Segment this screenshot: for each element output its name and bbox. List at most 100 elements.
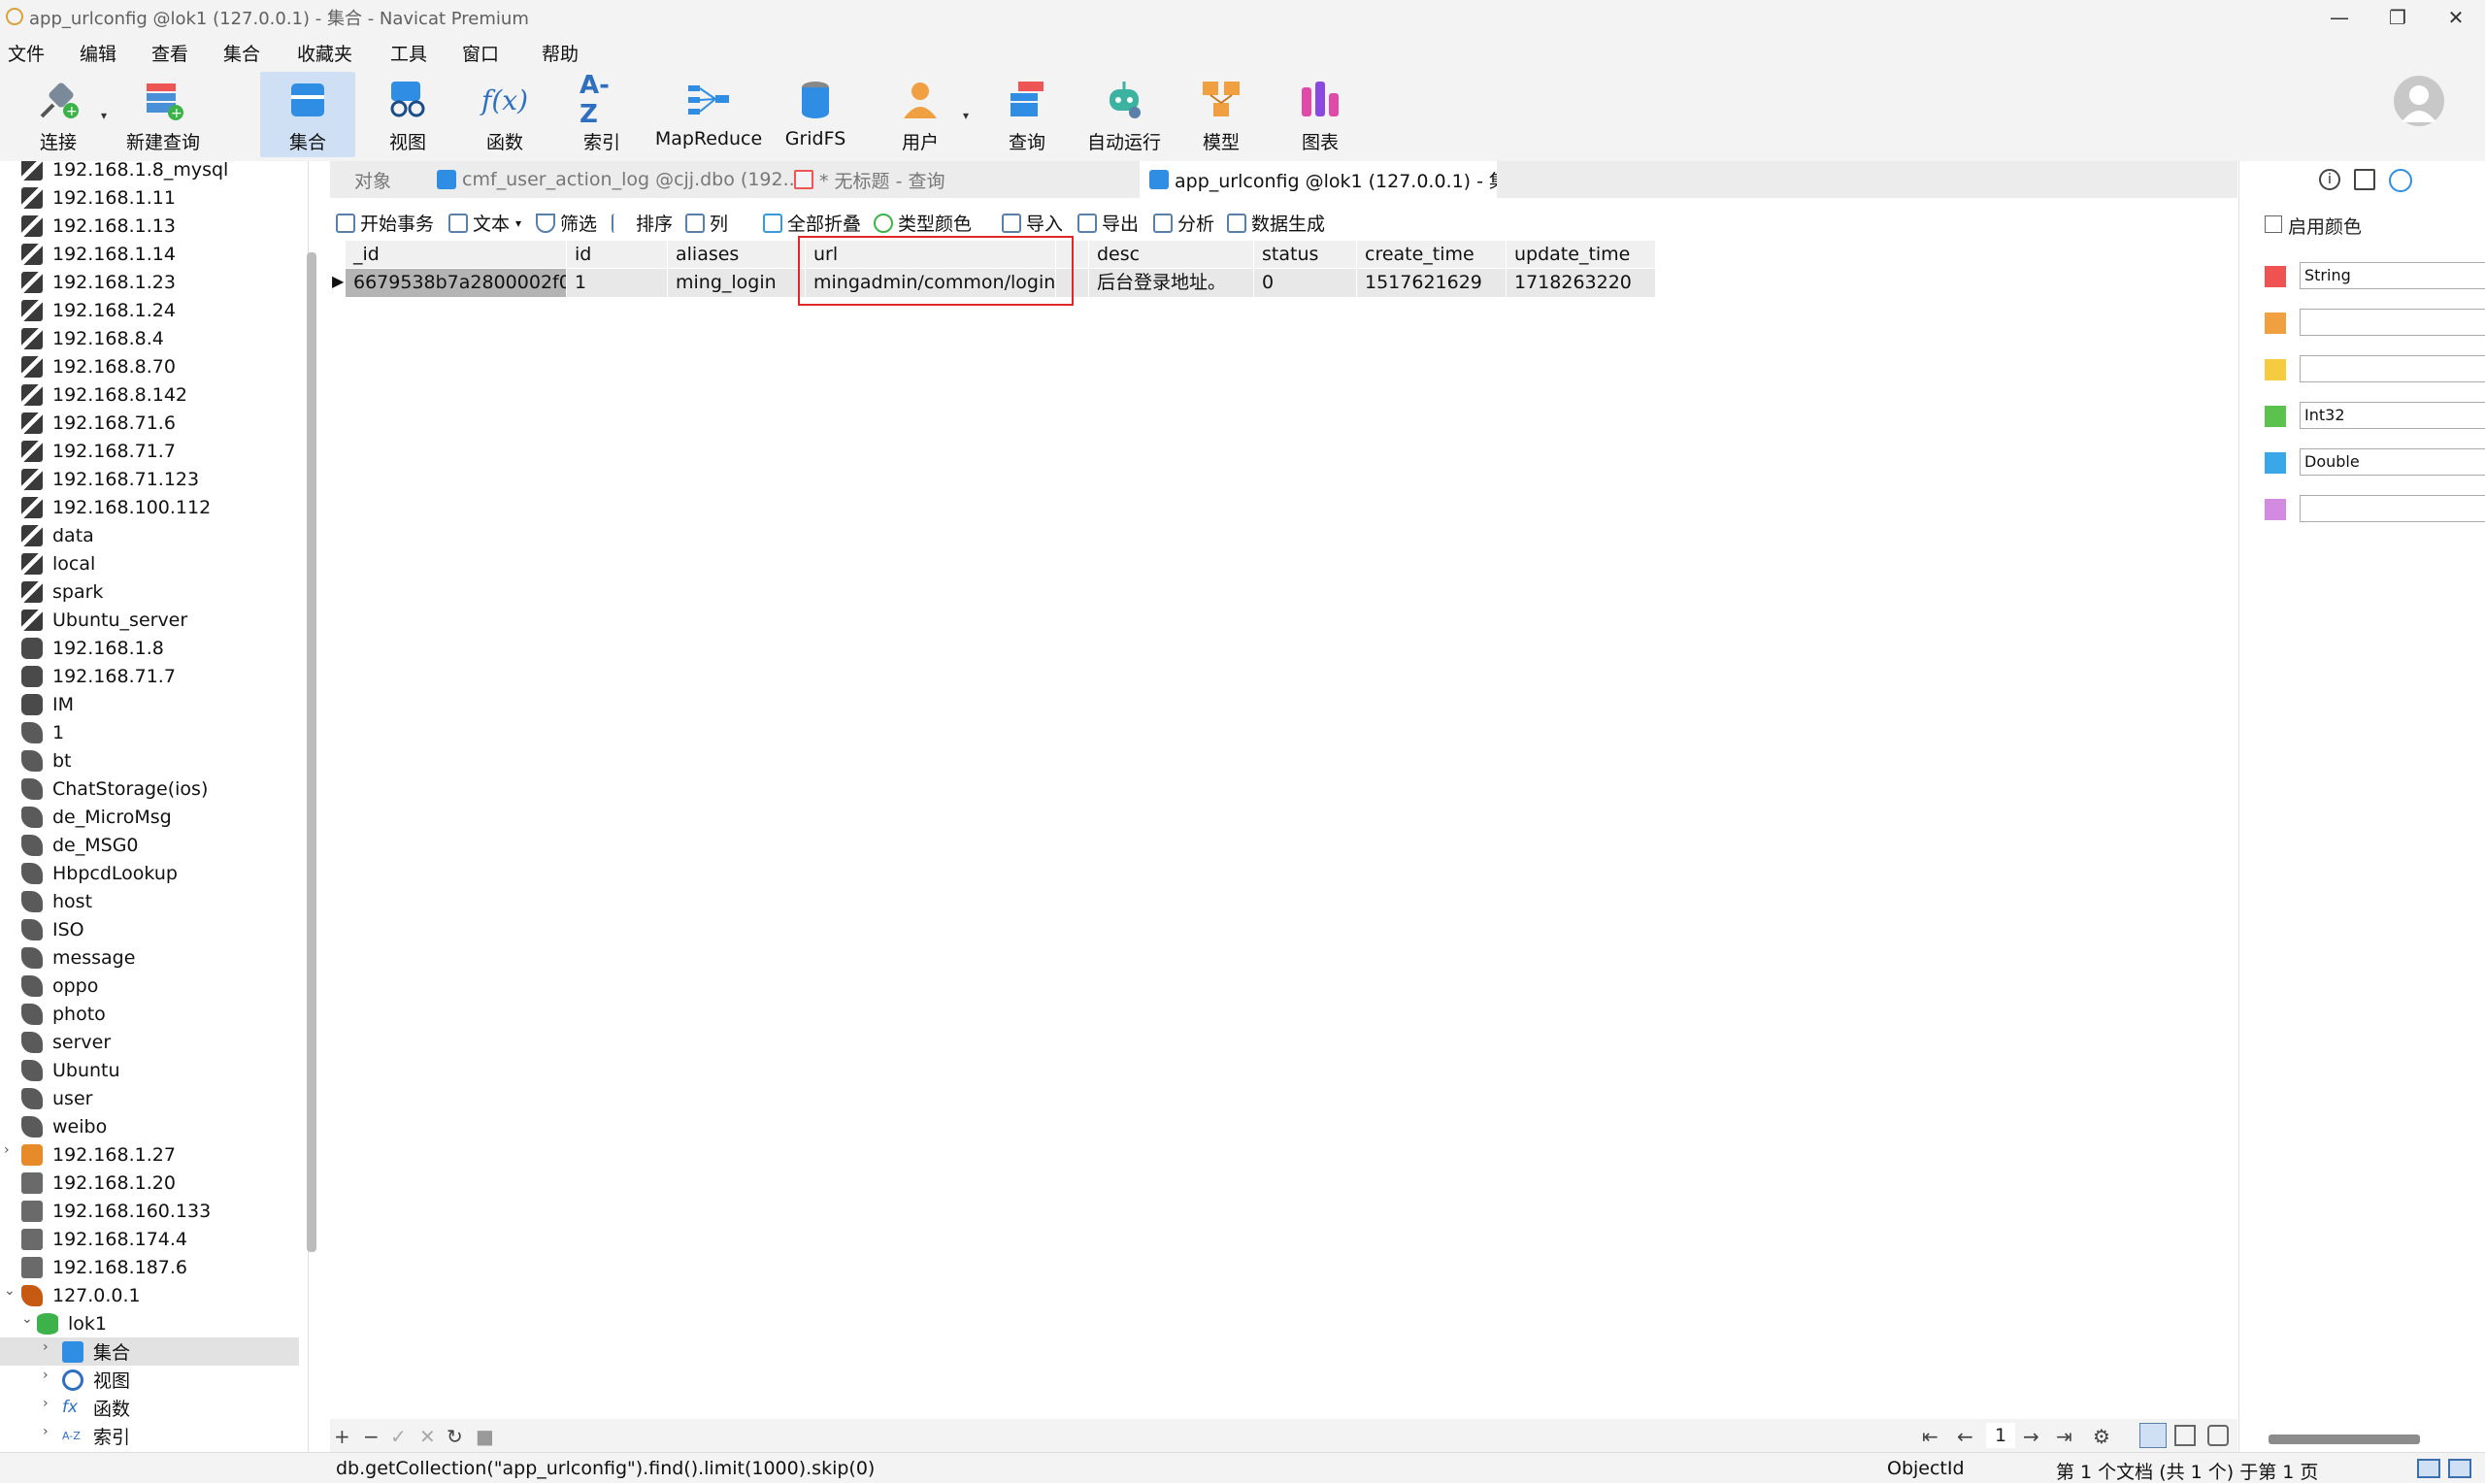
tree-node[interactable]: 127.0.0.1 [0, 1281, 299, 1309]
type-field-4[interactable]: Int32 [2300, 402, 2485, 429]
apply-button[interactable]: ✓ [390, 1425, 407, 1448]
tree-node[interactable]: 192.168.71.123 [0, 465, 299, 493]
color-swatch-orange[interactable] [2265, 313, 2286, 334]
text-view-button[interactable]: 文本 ▾ [448, 210, 521, 236]
chevron-icon[interactable]: ⌄ [21, 1311, 33, 1327]
tab-objects[interactable]: 对象 [330, 161, 415, 198]
import-button[interactable]: 导入 [1002, 210, 1063, 236]
type-color-panel-icon[interactable] [2389, 169, 2412, 192]
text-dropdown-icon[interactable]: ▾ [515, 216, 521, 230]
refresh-button[interactable]: ↻ [447, 1425, 463, 1448]
grid-view-icon[interactable] [2139, 1423, 2167, 1448]
tree-node[interactable]: de_MSG0 [0, 831, 299, 859]
tree-node[interactable]: 1 [0, 718, 299, 746]
tree-node[interactable]: 192.168.187.6 [0, 1253, 299, 1281]
tree-node[interactable]: 192.168.1.8_mysql [0, 161, 299, 183]
tree-node[interactable]: server [0, 1028, 299, 1056]
page-number-input[interactable]: 1 [1986, 1423, 2015, 1448]
tab-untitled-query[interactable]: * 无标题 - 查询 [784, 161, 1076, 198]
mapreduce-button[interactable]: MapReduce [655, 72, 762, 157]
cell-desc[interactable]: 后台登录地址。 [1089, 269, 1254, 297]
new-query-button[interactable]: + 新建查询 [124, 72, 202, 157]
ddl-icon[interactable] [2354, 169, 2375, 190]
json-view-icon[interactable] [2207, 1425, 2229, 1446]
filter-button[interactable]: 筛选 [536, 210, 597, 236]
collection-button[interactable]: 集合 [260, 72, 355, 157]
tree-node[interactable]: 192.168.8.142 [0, 380, 299, 409]
minimize-button[interactable]: — [2310, 0, 2369, 35]
analyze-button[interactable]: 分析 [1153, 210, 1214, 236]
settings-gear-icon[interactable]: ⚙ [2093, 1425, 2110, 1448]
tree-node[interactable]: 192.168.1.20 [0, 1169, 299, 1197]
tree-node[interactable]: 192.168.100.112 [0, 493, 299, 521]
avatar[interactable] [2394, 76, 2444, 126]
cell-aliases[interactable]: ming_login [668, 269, 806, 297]
tree-node[interactable]: 192.168.160.133 [0, 1197, 299, 1225]
column-header-id-field[interactable]: id [567, 241, 668, 268]
type-field-1[interactable]: String [2300, 262, 2485, 289]
tree-node[interactable]: 192.168.1.11 [0, 183, 299, 212]
tree-node[interactable]: ChatStorage(ios) [0, 775, 299, 803]
tree-node[interactable]: Ubuntu [0, 1056, 299, 1084]
menu-view[interactable]: 查看 [151, 40, 188, 66]
tree-node[interactable]: local [0, 549, 299, 577]
color-swatch-purple[interactable] [2265, 499, 2286, 520]
tree-node[interactable]: HbpcdLookup [0, 859, 299, 887]
enable-color-checkbox[interactable] [2265, 215, 2282, 233]
function-button[interactable]: f(x) 函数 [476, 72, 534, 157]
right-panel-toggle-icon[interactable] [2448, 1459, 2471, 1478]
automation-button[interactable]: 自动运行 [1085, 72, 1163, 157]
tree-scrollbar[interactable] [307, 252, 316, 1252]
tab-cmf-user-action-log[interactable]: cmf_user_action_log @cjj.dbo (192.... [427, 161, 815, 198]
color-swatch-yellow[interactable] [2265, 359, 2286, 380]
chevron-icon[interactable]: › [43, 1339, 49, 1355]
menu-help[interactable]: 帮助 [542, 40, 579, 66]
view-button[interactable]: 视图 [379, 72, 437, 157]
begin-transaction-button[interactable]: 开始事务 [336, 210, 434, 236]
delete-row-button[interactable]: − [363, 1425, 380, 1448]
cell-update-time[interactable]: 1718263220 [1507, 269, 1656, 297]
cell-create-time[interactable]: 1517621629 [1357, 269, 1507, 297]
tree-node[interactable]: Ubuntu_server [0, 606, 299, 634]
column-header-update-time[interactable]: update_time [1507, 241, 1656, 268]
tree-node[interactable]: 192.168.1.13 [0, 212, 299, 240]
next-page-button[interactable]: → [2023, 1425, 2039, 1448]
connect-dropdown-icon[interactable]: ▾ [101, 109, 107, 122]
restore-button[interactable]: ❐ [2369, 0, 2427, 35]
columns-button[interactable]: 列 [685, 210, 728, 236]
type-color-button[interactable]: 类型颜色 [874, 210, 972, 236]
tree-node[interactable]: 192.168.1.14 [0, 240, 299, 268]
column-header-desc[interactable]: desc [1089, 241, 1254, 268]
query-button[interactable]: 查询 [998, 72, 1056, 157]
last-page-button[interactable]: ⇥ [2056, 1425, 2072, 1448]
sort-button[interactable]: 排序 [612, 210, 673, 236]
tree-node[interactable]: weibo [0, 1112, 299, 1140]
right-panel-scrollbar[interactable] [2269, 1435, 2420, 1444]
tab-app-urlconfig[interactable]: app_urlconfig @lok1 (127.0.0.1) - 集... [1140, 161, 1497, 198]
type-field-3[interactable] [2300, 355, 2485, 382]
tree-node[interactable]: ISO [0, 915, 299, 943]
tree-node[interactable]: de_MicroMsg [0, 803, 299, 831]
tree-node[interactable]: 192.168.1.23 [0, 268, 299, 296]
menu-favorites[interactable]: 收藏夹 [297, 40, 352, 66]
tree-node[interactable]: host [0, 887, 299, 915]
data-generation-button[interactable]: 数据生成 [1227, 210, 1325, 236]
color-swatch-blue[interactable] [2265, 452, 2286, 474]
type-field-5[interactable]: Double [2300, 448, 2485, 476]
left-panel-toggle-icon[interactable] [2417, 1459, 2440, 1478]
column-header-id[interactable]: _id [346, 241, 567, 268]
chevron-icon[interactable]: › [43, 1396, 49, 1411]
cell-id-field[interactable]: 1 [567, 269, 668, 297]
tree-node[interactable]: user [0, 1084, 299, 1112]
chart-button[interactable]: 图表 [1291, 72, 1349, 157]
tree-node[interactable]: data [0, 521, 299, 549]
discard-button[interactable]: ✕ [419, 1425, 436, 1448]
tree-node[interactable]: bt [0, 746, 299, 775]
gridfs-button[interactable]: GridFS [779, 72, 852, 157]
tree-view-icon[interactable] [2174, 1425, 2196, 1446]
chevron-icon[interactable]: › [43, 1368, 49, 1383]
first-page-button[interactable]: ⇤ [1922, 1425, 1938, 1448]
tree-node[interactable]: photo [0, 1000, 299, 1028]
column-header-status[interactable]: status [1254, 241, 1357, 268]
tree-node[interactable]: spark [0, 577, 299, 606]
